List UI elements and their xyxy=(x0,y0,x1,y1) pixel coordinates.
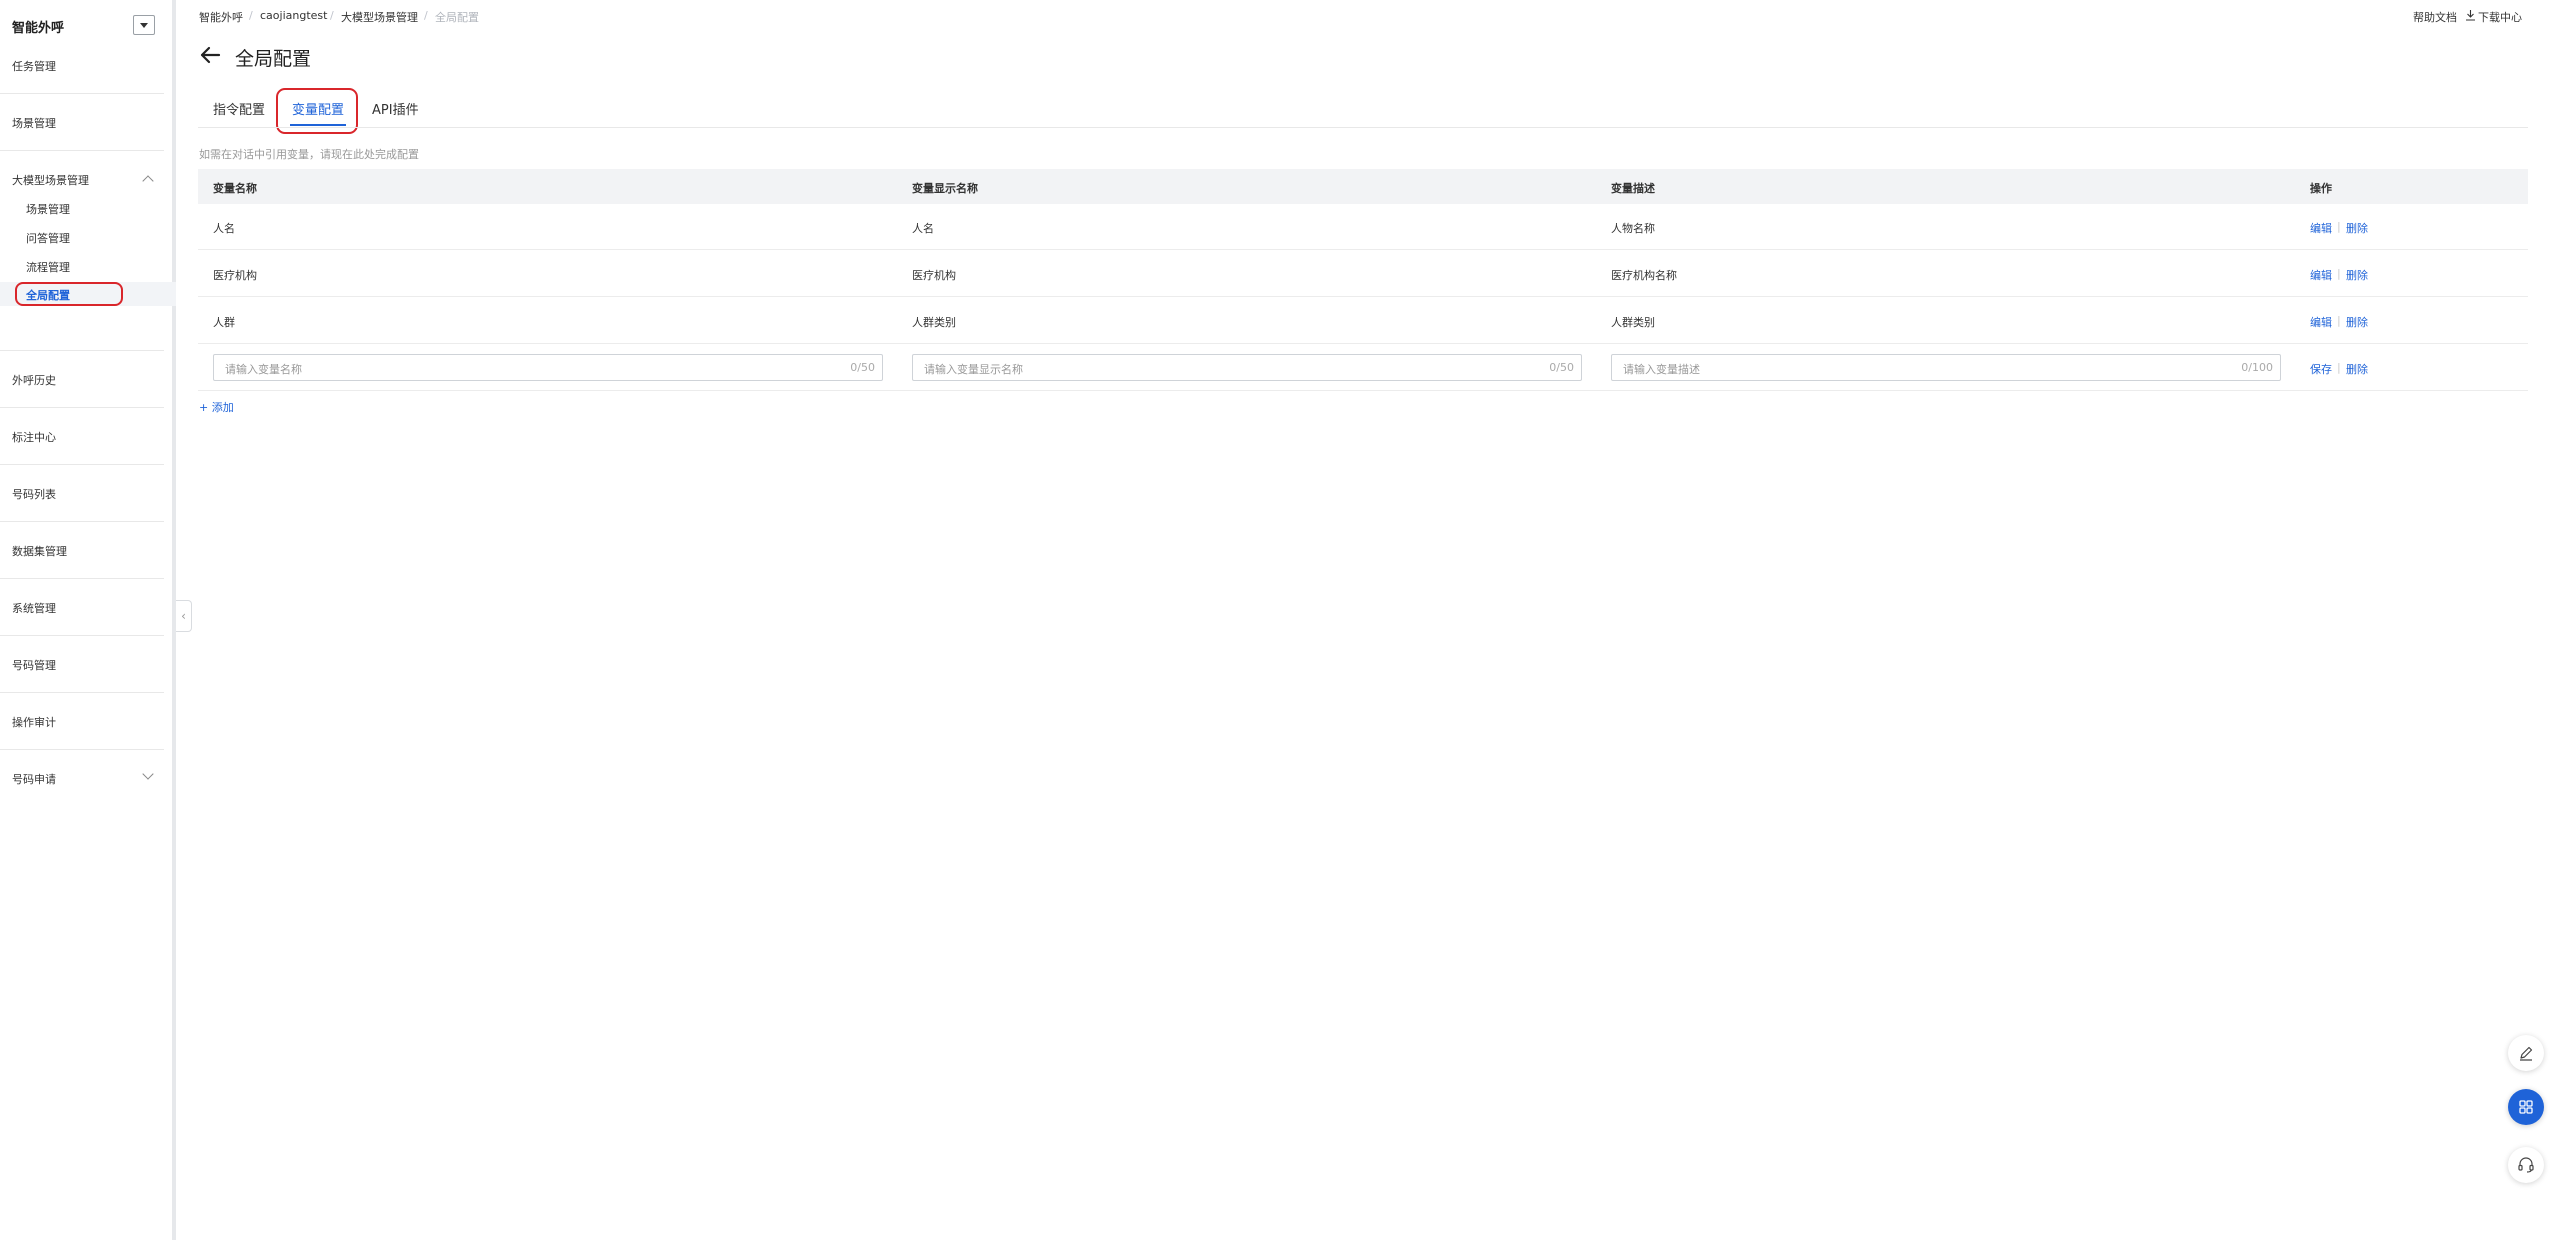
cell-variable-name: 人群 xyxy=(213,316,235,329)
sidebar-subitem-qa[interactable]: 问答管理 xyxy=(26,230,70,246)
column-header: 变量名称 xyxy=(213,182,257,195)
divider xyxy=(0,150,164,151)
sidebar-item-llm-scene[interactable]: 大模型场景管理 xyxy=(12,172,89,188)
cell-description: 人群类别 xyxy=(1611,316,1655,329)
sidebar-item-system[interactable]: 系统管理 xyxy=(12,600,56,616)
variable-name-input[interactable]: 请输入变量名称 0/50 xyxy=(213,354,883,381)
input-placeholder: 请输入变量描述 xyxy=(1623,363,1700,376)
cell-display-name: 人群类别 xyxy=(912,316,956,329)
feedback-button[interactable] xyxy=(2508,1035,2544,1071)
variable-display-name-input[interactable]: 请输入变量显示名称 0/50 xyxy=(912,354,1582,381)
sidebar-item-number-mgmt[interactable]: 号码管理 xyxy=(12,657,56,673)
sidebar-item-number-list[interactable]: 号码列表 xyxy=(12,486,56,502)
row-divider xyxy=(198,296,2528,297)
divider xyxy=(0,521,164,522)
support-button[interactable] xyxy=(2508,1147,2544,1183)
highlight-annotation xyxy=(15,282,123,306)
column-header: 操作 xyxy=(2310,182,2332,195)
divider xyxy=(0,749,164,750)
char-counter: 0/50 xyxy=(1549,361,1574,374)
breadcrumb-separator: / xyxy=(424,9,428,22)
edit-button[interactable]: 编辑 xyxy=(2310,314,2332,330)
sidebar-item-audit[interactable]: 操作审计 xyxy=(12,714,56,730)
edit-button[interactable]: 编辑 xyxy=(2310,267,2332,283)
app-switch-dropdown[interactable] xyxy=(133,15,155,35)
back-arrow-icon[interactable] xyxy=(198,44,222,66)
sidebar-item-annotation[interactable]: 标注中心 xyxy=(12,429,56,445)
sidebar: 智能外呼 任务管理 场景管理 大模型场景管理 场景管理 问答管理 流程管理 全局… xyxy=(0,0,176,1240)
action-separator: | xyxy=(2337,361,2341,374)
page-title: 全局配置 xyxy=(235,48,312,70)
tab-command-config[interactable]: 指令配置 xyxy=(213,99,265,118)
tabs-divider xyxy=(198,127,2528,128)
cell-display-name: 人名 xyxy=(912,222,934,235)
tab-api-plugin[interactable]: API插件 xyxy=(372,99,419,118)
delete-button[interactable]: 删除 xyxy=(2346,267,2368,283)
help-docs-link[interactable]: 帮助文档 xyxy=(2413,9,2457,25)
row-divider xyxy=(198,343,2528,344)
edit-icon xyxy=(2520,1046,2533,1061)
collapse-left-icon[interactable]: ‹ xyxy=(176,600,192,632)
cell-description: 人物名称 xyxy=(1611,222,1655,235)
divider xyxy=(0,635,164,636)
column-header: 变量显示名称 xyxy=(912,182,978,195)
row-divider xyxy=(198,390,2528,391)
delete-button[interactable]: 删除 xyxy=(2346,314,2368,330)
divider xyxy=(0,692,164,693)
cell-display-name: 医疗机构 xyxy=(912,269,956,282)
sidebar-item-dataset[interactable]: 数据集管理 xyxy=(12,543,67,559)
table-header xyxy=(198,169,2528,204)
breadcrumb-item[interactable]: caojiangtest xyxy=(260,9,327,22)
chevron-down-icon[interactable] xyxy=(142,768,154,780)
sidebar-item-call-history[interactable]: 外呼历史 xyxy=(12,372,56,388)
column-header: 变量描述 xyxy=(1611,182,1655,195)
chevron-down-icon xyxy=(140,22,148,28)
grid-icon xyxy=(2519,1100,2533,1114)
chevron-up-icon[interactable] xyxy=(142,175,154,187)
input-placeholder: 请输入变量显示名称 xyxy=(924,363,1023,376)
save-button[interactable]: 保存 xyxy=(2310,361,2332,377)
action-separator: | xyxy=(2337,220,2341,233)
cell-variable-name: 人名 xyxy=(213,222,235,235)
sidebar-item-number-apply[interactable]: 号码申请 xyxy=(12,771,56,787)
edit-button[interactable]: 编辑 xyxy=(2310,220,2332,236)
input-placeholder: 请输入变量名称 xyxy=(225,363,302,376)
action-separator: | xyxy=(2337,267,2341,280)
action-separator: | xyxy=(2337,314,2341,327)
sidebar-subitem-scene[interactable]: 场景管理 xyxy=(26,201,70,217)
apps-button[interactable] xyxy=(2508,1089,2544,1125)
char-counter: 0/100 xyxy=(2241,361,2273,374)
breadcrumb-separator: / xyxy=(249,9,253,22)
sidebar-item-scene[interactable]: 场景管理 xyxy=(12,115,56,131)
cell-description: 医疗机构名称 xyxy=(1611,269,1677,282)
breadcrumb-item[interactable]: 大模型场景管理 xyxy=(341,9,418,25)
divider xyxy=(0,464,164,465)
hint-text: 如需在对话中引用变量，请现在此处完成配置 xyxy=(199,148,419,161)
add-variable-button[interactable]: + 添加 xyxy=(199,399,234,415)
breadcrumb-item[interactable]: 智能外呼 xyxy=(199,9,243,25)
download-icon xyxy=(2466,10,2475,21)
divider xyxy=(0,578,164,579)
sidebar-subitem-flow[interactable]: 流程管理 xyxy=(26,259,70,275)
divider xyxy=(0,93,164,94)
cell-variable-name: 医疗机构 xyxy=(213,269,257,282)
delete-button[interactable]: 删除 xyxy=(2346,220,2368,236)
row-divider xyxy=(198,249,2528,250)
headset-icon xyxy=(2518,1157,2534,1173)
divider xyxy=(0,407,164,408)
breadcrumb-current: 全局配置 xyxy=(435,11,479,24)
variable-description-input[interactable]: 请输入变量描述 0/100 xyxy=(1611,354,2281,381)
sidebar-item-task[interactable]: 任务管理 xyxy=(12,58,56,74)
divider xyxy=(0,350,164,351)
char-counter: 0/50 xyxy=(850,361,875,374)
sidebar-title: 智能外呼 xyxy=(12,21,65,36)
breadcrumb-separator: / xyxy=(330,9,334,22)
delete-button[interactable]: 删除 xyxy=(2346,361,2368,377)
download-center-link[interactable]: 下载中心 xyxy=(2478,9,2522,25)
